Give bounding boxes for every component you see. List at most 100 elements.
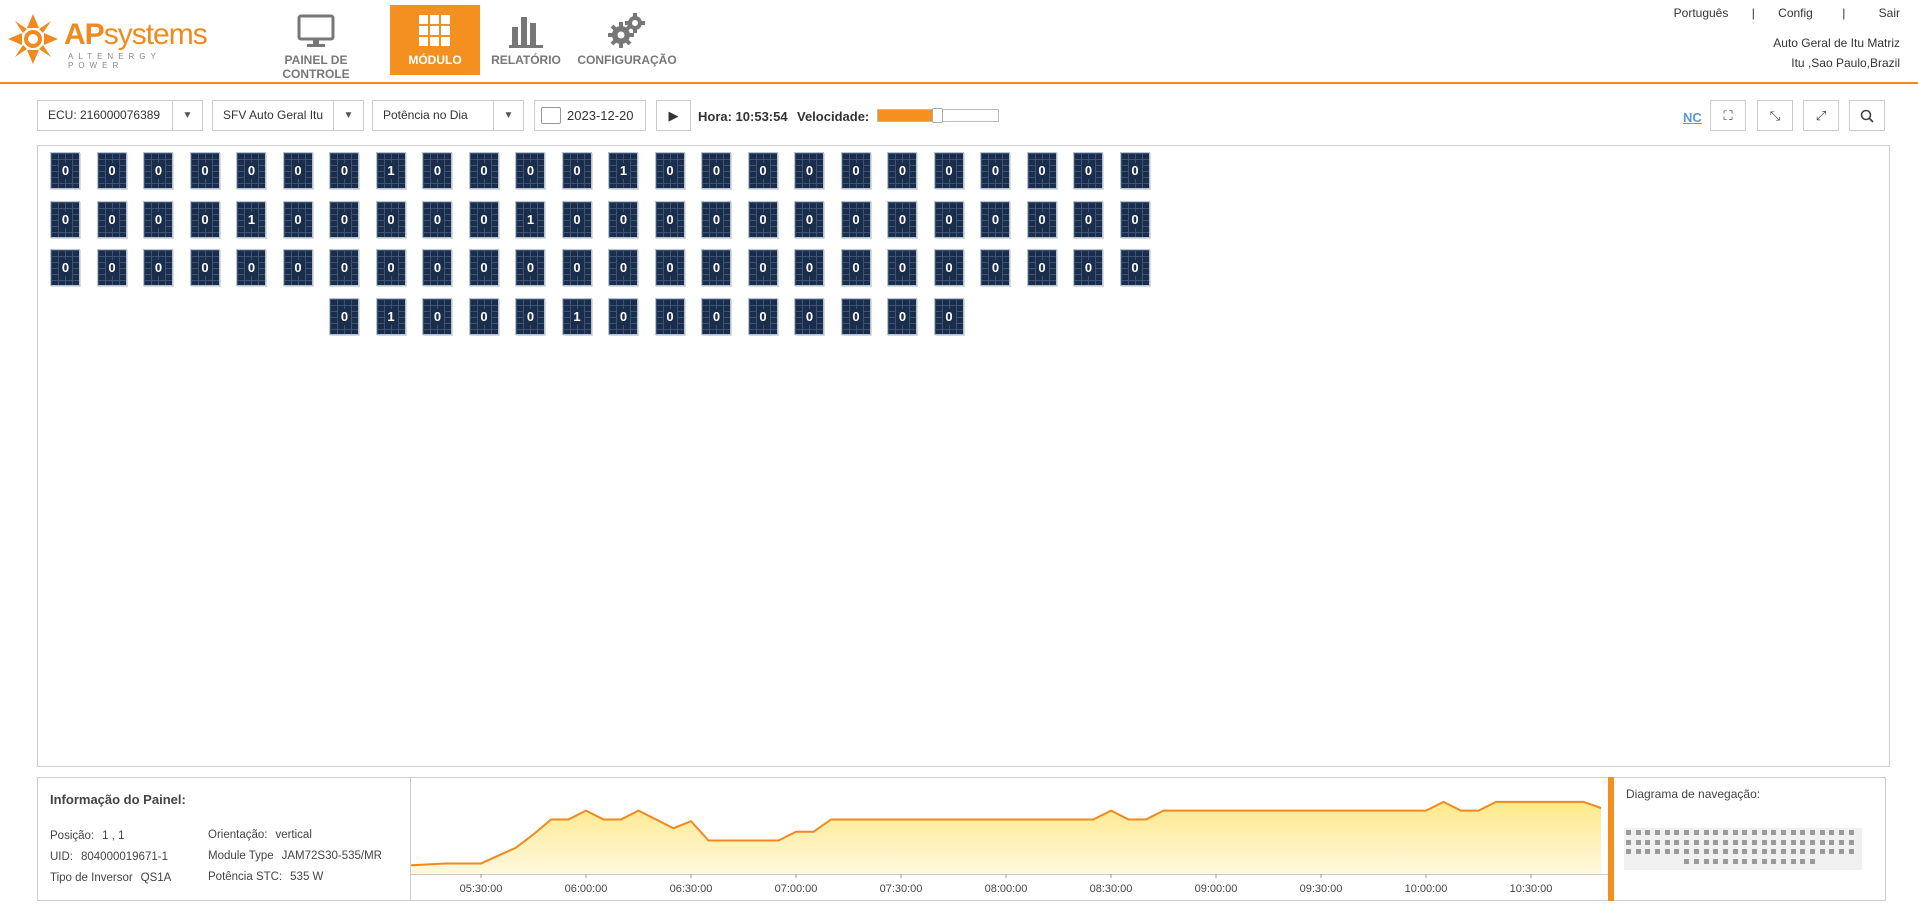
solar-panel[interactable]: 0 (96, 152, 127, 189)
solar-panel[interactable]: 0 (794, 297, 824, 335)
solar-panel[interactable]: 1 (515, 200, 545, 238)
solar-panel[interactable]: 0 (608, 297, 638, 335)
solar-panel[interactable]: 0 (468, 249, 499, 286)
solar-panel[interactable]: 0 (747, 200, 778, 238)
tab-painel-de-controle[interactable]: PAINEL DE CONTROLE (252, 5, 380, 81)
solar-panel[interactable]: 0 (980, 152, 1010, 189)
solar-panel[interactable]: 0 (840, 152, 871, 189)
solar-panel[interactable]: 0 (701, 200, 731, 238)
solar-panel[interactable]: 0 (1073, 152, 1103, 189)
solar-panel[interactable]: 0 (50, 152, 80, 189)
nc-link[interactable]: NC (1683, 110, 1702, 125)
solar-panel[interactable]: 0 (375, 249, 406, 286)
solar-panel[interactable]: 0 (50, 200, 80, 238)
solar-panel[interactable]: 0 (747, 249, 778, 286)
solar-panel[interactable]: 0 (887, 297, 917, 335)
solar-panel[interactable]: 0 (468, 297, 499, 335)
solar-panel[interactable]: 0 (933, 249, 964, 286)
solar-panel[interactable]: 0 (747, 297, 778, 335)
expand-button[interactable]: ⤢ (1803, 100, 1839, 131)
solar-panel[interactable]: 0 (747, 152, 778, 189)
solar-panel[interactable]: 0 (980, 249, 1010, 286)
apsystems-logo[interactable]: APsystems ALTENERGY POWER (6, 12, 208, 70)
speed-slider-handle[interactable] (932, 108, 943, 123)
solar-panel[interactable]: 1 (608, 152, 638, 189)
config-link[interactable]: Config (1778, 6, 1813, 20)
solar-panel[interactable]: 0 (933, 152, 964, 189)
solar-panel[interactable]: 0 (96, 200, 127, 238)
solar-panel[interactable]: 0 (887, 152, 917, 189)
solar-panel[interactable]: 0 (654, 200, 685, 238)
solar-panel[interactable]: 0 (561, 152, 592, 189)
solar-panel[interactable]: 0 (794, 152, 824, 189)
solar-panel[interactable]: 0 (515, 249, 545, 286)
solar-panel[interactable]: 0 (561, 200, 592, 238)
solar-panel[interactable]: 0 (1026, 152, 1057, 189)
play-button[interactable]: ▶ (656, 100, 691, 131)
solar-panel[interactable]: 0 (887, 200, 917, 238)
solar-panel[interactable]: 0 (794, 200, 824, 238)
search-button[interactable] (1849, 100, 1885, 131)
solar-panel[interactable]: 1 (375, 152, 406, 189)
solar-panel[interactable]: 0 (1073, 200, 1103, 238)
solar-panel[interactable]: 0 (468, 200, 499, 238)
solar-panel[interactable]: 0 (236, 249, 266, 286)
solar-panel[interactable]: 0 (329, 249, 359, 286)
collapse-button[interactable]: ⤡ (1757, 100, 1793, 131)
solar-panel[interactable]: 0 (189, 152, 220, 189)
solar-panel[interactable]: 0 (1026, 200, 1057, 238)
solar-panel[interactable]: 0 (1073, 249, 1103, 286)
solar-panel[interactable]: 0 (422, 249, 452, 286)
tab-modulo[interactable]: MÓDULO (390, 5, 480, 75)
solar-panel[interactable]: 0 (654, 297, 685, 335)
solar-panel[interactable]: 0 (375, 200, 406, 238)
ecu-select[interactable]: ECU: 216000076389 ▼ (37, 100, 203, 131)
solar-panel[interactable]: 0 (422, 200, 452, 238)
solar-panel[interactable]: 0 (515, 152, 545, 189)
solar-panel[interactable]: 0 (840, 297, 871, 335)
solar-panel[interactable]: 0 (701, 297, 731, 335)
metric-select[interactable]: Potência no Dia ▼ (372, 100, 524, 131)
solar-panel[interactable]: 1 (375, 297, 406, 335)
tab-configuracao[interactable]: CONFIGURAÇÃO (576, 5, 678, 75)
solar-panel[interactable]: 0 (468, 152, 499, 189)
module-layout-canvas[interactable]: 0 0 0 0 0 0 0 1 0 0 0 0 1 0 0 0 0 0 0 0 0 0 0 0 0 0 0 0 1 0 0 0 0 0 1 0 0 0 0 0… (37, 145, 1890, 767)
solar-panel[interactable]: 0 (143, 200, 173, 238)
solar-panel[interactable]: 0 (933, 297, 964, 335)
solar-panel[interactable]: 0 (50, 249, 80, 286)
solar-panel[interactable]: 0 (515, 297, 545, 335)
solar-panel[interactable]: 0 (1026, 249, 1057, 286)
solar-panel[interactable]: 0 (654, 152, 685, 189)
solar-panel[interactable]: 0 (422, 297, 452, 335)
solar-panel[interactable]: 0 (701, 152, 731, 189)
solar-panel[interactable]: 1 (561, 297, 592, 335)
solar-panel[interactable]: 0 (189, 200, 220, 238)
solar-panel[interactable]: 0 (654, 249, 685, 286)
solar-panel[interactable]: 0 (329, 152, 359, 189)
solar-panel[interactable]: 0 (561, 249, 592, 286)
power-chart[interactable]: 05:30:00 06:00:00 06:30:00 07:00:00 07:30:00… (410, 777, 1611, 901)
solar-panel[interactable]: 0 (701, 249, 731, 286)
solar-panel[interactable]: 0 (887, 249, 917, 286)
solar-panel[interactable]: 0 (933, 200, 964, 238)
solar-panel[interactable]: 0 (980, 200, 1010, 238)
solar-panel[interactable]: 0 (96, 249, 127, 286)
solar-panel[interactable]: 0 (282, 249, 313, 286)
solar-panel[interactable]: 0 (143, 249, 173, 286)
language-link[interactable]: Português (1674, 6, 1729, 20)
fit-screen-button[interactable]: ⛶ (1710, 100, 1746, 131)
solar-panel[interactable]: 0 (422, 152, 452, 189)
date-picker[interactable]: 2023-12-20 (534, 100, 646, 131)
solar-panel[interactable]: 0 (1119, 200, 1150, 238)
solar-panel[interactable]: 1 (236, 200, 266, 238)
navigation-minimap[interactable] (1624, 828, 1862, 870)
solar-panel[interactable]: 0 (794, 249, 824, 286)
solar-panel[interactable]: 0 (608, 249, 638, 286)
solar-panel[interactable]: 0 (329, 200, 359, 238)
solar-panel[interactable]: 0 (840, 249, 871, 286)
solar-panel[interactable]: 0 (236, 152, 266, 189)
tab-relatorio[interactable]: RELATÓRIO (486, 5, 566, 75)
navigation-diagram[interactable]: Diagrama de navegação: (1614, 777, 1886, 901)
solar-panel[interactable]: 0 (1119, 152, 1150, 189)
solar-panel[interactable]: 0 (282, 200, 313, 238)
